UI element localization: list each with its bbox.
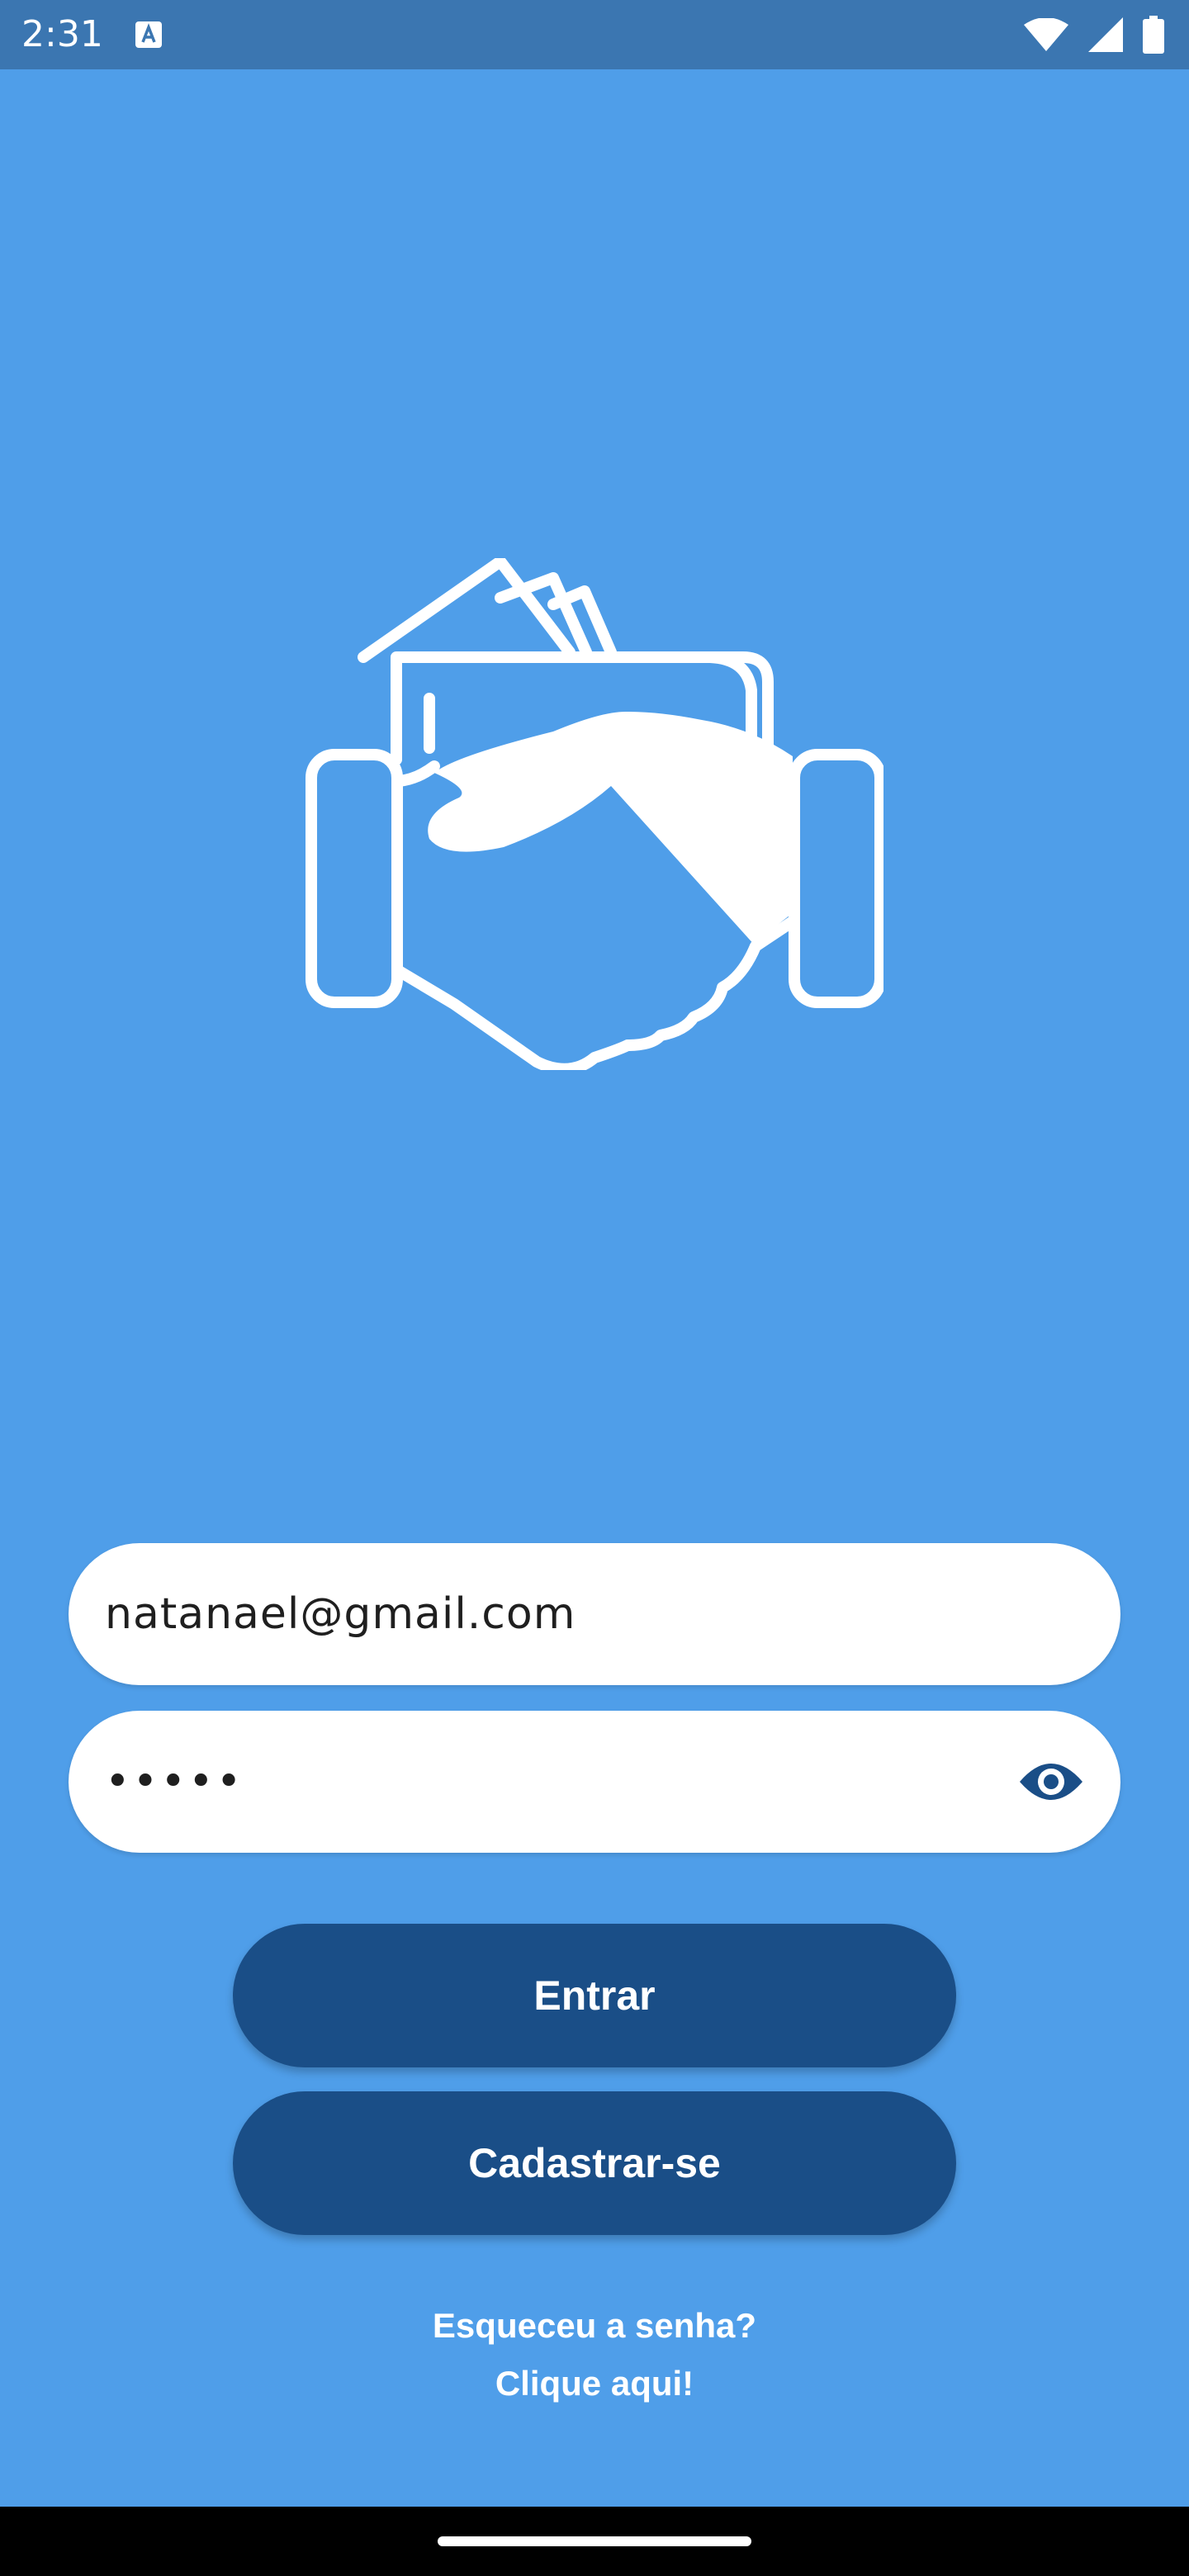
status-bar: 2:31 [0,0,1189,69]
forgot-password-question[interactable]: Esqueceu a senha? [0,2297,1189,2355]
forgot-password-click-here[interactable]: Clique aqui! [0,2355,1189,2413]
eye-icon[interactable] [1018,1757,1084,1807]
password-field-value[interactable]: ••••• [105,1711,244,1853]
handshake-wallet-logo [306,558,883,1070]
login-button[interactable]: Entrar [233,1924,956,2067]
email-field-value[interactable]: natanael@gmail.com [105,1543,576,1685]
home-gesture-handle[interactable] [438,2536,751,2546]
status-time: 2:31 [21,13,103,55]
app-notification-icon [135,21,162,48]
status-icons [1024,15,1164,54]
battery-icon [1143,16,1164,54]
navigation-bar [0,2507,1189,2576]
email-field[interactable]: natanael@gmail.com [69,1543,1120,1685]
forgot-password-link[interactable]: Esqueceu a senha? Clique aqui! [0,2297,1189,2413]
register-button[interactable]: Cadastrar-se [233,2091,956,2235]
wifi-icon [1024,18,1068,51]
password-field[interactable]: ••••• [69,1711,1120,1853]
signal-icon [1088,17,1123,52]
